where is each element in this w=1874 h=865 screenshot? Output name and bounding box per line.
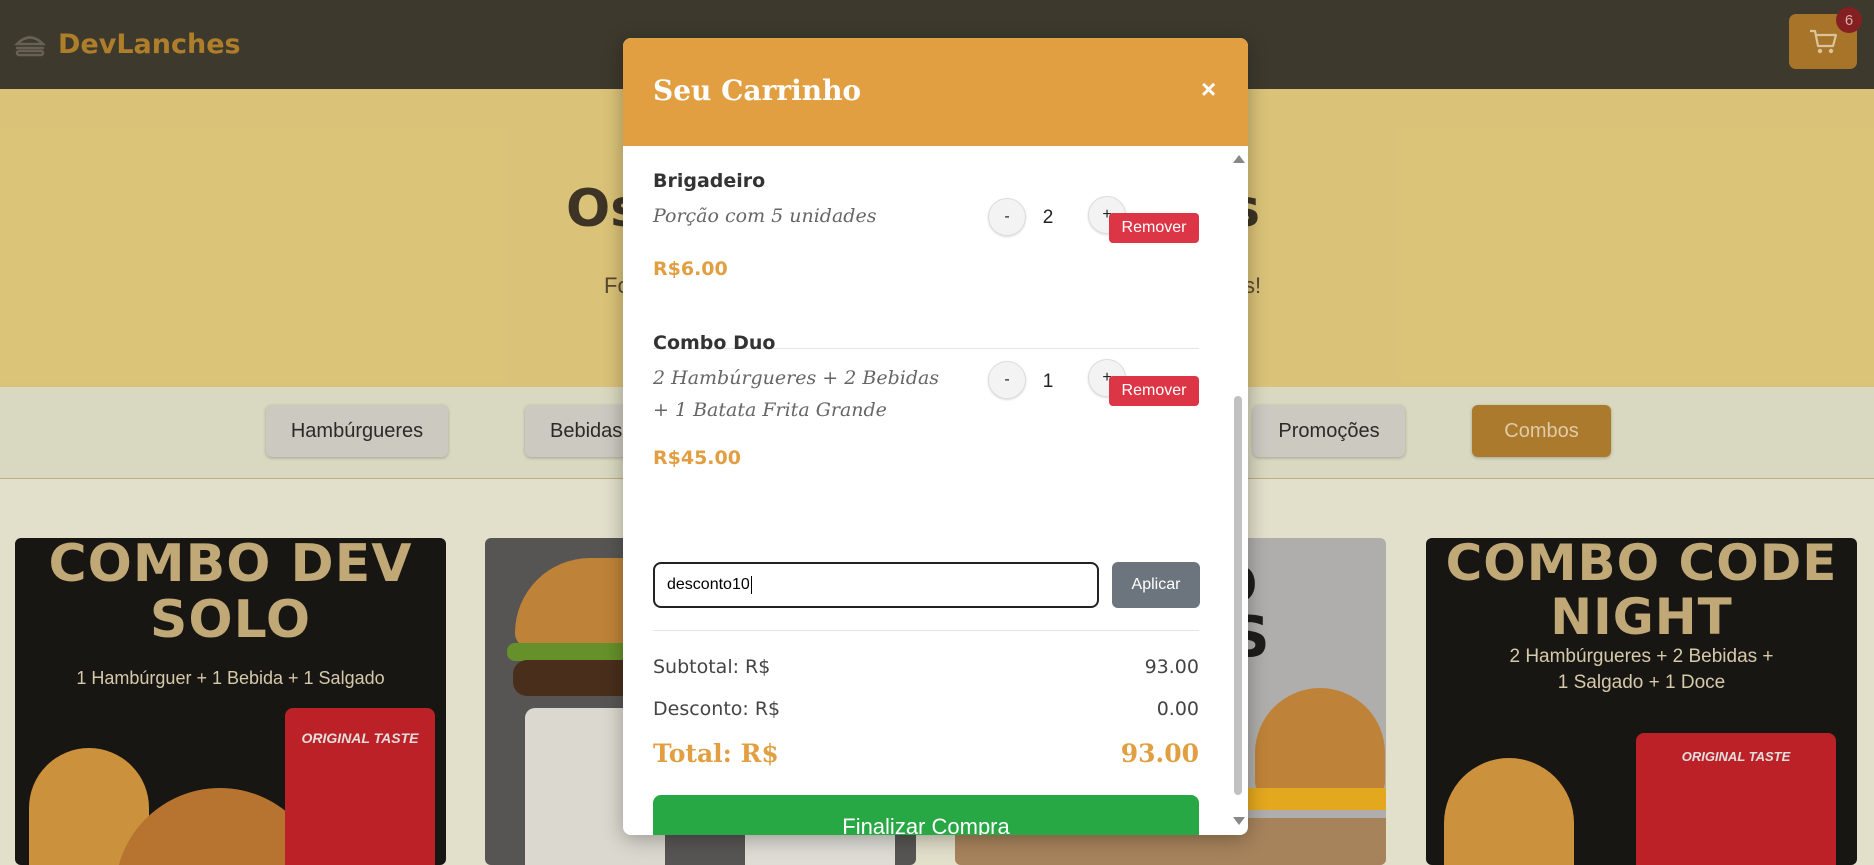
modal-scrollbar[interactable] (1230, 152, 1245, 830)
cart-item-price: R$45.00 (653, 447, 741, 469)
subtotal-value: 93.00 (1144, 656, 1199, 678)
coupon-input[interactable]: desconto10 (653, 562, 1099, 608)
remove-item-button[interactable]: Remover (1109, 376, 1199, 406)
quantity-value: 2 (1042, 207, 1054, 228)
cart-item-description: 2 Hambúrgueres + 2 Bebidas + 1 Batata Fr… (653, 367, 940, 421)
finish-purchase-button[interactable]: Finalizar Compra (653, 795, 1199, 835)
discount-value: 0.00 (1156, 698, 1199, 720)
modal-header: Seu Carrinho × (623, 38, 1248, 146)
quantity-value: 1 (1042, 371, 1054, 392)
modal-body: Brigadeiro Porção com 5 unidades R$6.00 … (623, 146, 1248, 835)
total-row: Total: R$ 93.00 (653, 739, 1199, 768)
cart-item-name: Combo Duo (653, 332, 776, 354)
close-icon[interactable]: × (1201, 74, 1216, 105)
summary-divider (653, 630, 1199, 631)
apply-coupon-button[interactable]: Aplicar (1112, 562, 1200, 608)
discount-label: Desconto: R$ (653, 698, 781, 720)
total-label: Total: R$ (653, 739, 779, 768)
scroll-up-arrow-icon[interactable] (1233, 155, 1245, 163)
discount-row: Desconto: R$ 0.00 (653, 698, 1199, 720)
scroll-down-arrow-icon[interactable] (1233, 817, 1245, 825)
subtotal-row: Subtotal: R$ 93.00 (653, 656, 1199, 678)
cart-item-price: R$6.00 (653, 258, 728, 280)
total-value: 93.00 (1120, 739, 1199, 768)
cart-modal: Seu Carrinho × Brigadeiro Porção com 5 u… (623, 38, 1248, 835)
scrollbar-thumb[interactable] (1234, 396, 1242, 795)
cart-item: Combo Duo 2 Hambúrgueres + 2 Bebidas + 1… (653, 332, 1199, 482)
subtotal-label: Subtotal: R$ (653, 656, 771, 678)
coupon-input-value: desconto10 (667, 576, 750, 593)
decrease-quantity-button[interactable]: - (988, 361, 1026, 399)
decrease-quantity-button[interactable]: - (988, 198, 1026, 236)
cart-item-description: Porção com 5 unidades (653, 205, 877, 227)
remove-item-button[interactable]: Remover (1109, 213, 1199, 243)
modal-title: Seu Carrinho (653, 74, 862, 107)
text-caret (750, 576, 752, 594)
cart-item-name: Brigadeiro (653, 170, 766, 192)
cart-item: Brigadeiro Porção com 5 unidades R$6.00 … (653, 170, 1199, 290)
